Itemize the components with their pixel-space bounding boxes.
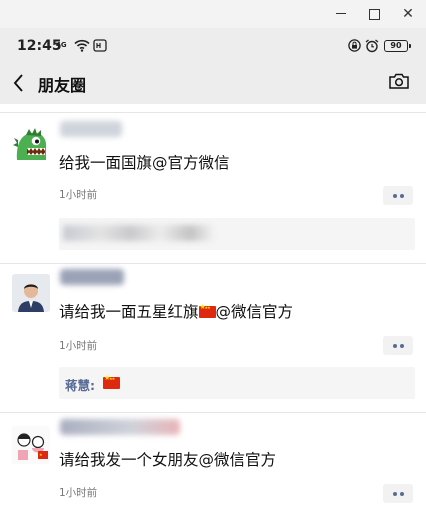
dot-icon	[393, 194, 397, 198]
cartoon-couple-avatar-icon: ★	[12, 426, 50, 464]
minimize-button[interactable]	[331, 4, 351, 24]
person-photo-icon	[12, 274, 50, 312]
post-text-part: @微信官方	[215, 303, 294, 321]
dot-icon	[393, 344, 397, 348]
network-indicator: 4G	[56, 41, 67, 49]
camera-icon[interactable]	[388, 72, 410, 90]
avatar[interactable]	[12, 274, 50, 312]
status-bar: 12:45 4G 90	[0, 28, 426, 62]
svg-text:★: ★	[39, 452, 43, 457]
moments-feed: 给我一面国旗@官方微信 1小时前 请给我一面五星红旗 @微信官方 1小时前	[0, 104, 426, 523]
post-text: 请给我一面五星红旗 @微信官方	[59, 300, 293, 322]
window-titlebar: ✕	[0, 0, 426, 28]
more-actions-button[interactable]	[383, 186, 413, 205]
dot-icon	[400, 194, 404, 198]
dot-icon	[400, 492, 404, 496]
comment-author[interactable]: 蒋慧:	[65, 375, 95, 394]
nav-bar: 朋友圈	[0, 62, 426, 104]
comment-blurred	[63, 225, 213, 241]
wifi-icon	[74, 39, 90, 52]
dinosaur-avatar-icon	[13, 128, 47, 160]
alarm-icon	[365, 39, 379, 53]
hd-icon	[93, 39, 107, 52]
lock-icon	[348, 39, 361, 52]
post-time: 1小时前	[59, 487, 98, 499]
post-time: 1小时前	[59, 340, 98, 352]
moment-post: 给我一面国旗@官方微信 1小时前	[0, 114, 426, 256]
post-time: 1小时前	[59, 189, 98, 201]
post-text: 请给我发一个女朋友@微信官方	[59, 451, 277, 469]
comment-box	[59, 218, 415, 250]
post-text-part: 请给我一面五星红旗	[59, 303, 199, 321]
page-title: 朋友圈	[38, 76, 87, 95]
more-actions-button[interactable]	[383, 484, 413, 503]
username-blurred	[60, 419, 180, 435]
moment-post: ★ 请给我发一个女朋友@微信官方 1小时前	[0, 413, 426, 523]
avatar[interactable]: ★	[12, 426, 50, 464]
china-flag-icon	[198, 303, 216, 318]
comment-box: 蒋慧:	[59, 367, 415, 399]
more-actions-button[interactable]	[383, 336, 413, 355]
username-blurred	[60, 269, 124, 285]
status-time: 12:45	[17, 38, 62, 54]
post-text: 给我一面国旗@官方微信	[59, 154, 230, 172]
avatar[interactable]	[12, 126, 50, 164]
username-blurred	[60, 121, 122, 137]
dot-icon	[393, 492, 397, 496]
battery-indicator: 90	[384, 40, 411, 52]
china-flag-icon	[103, 374, 120, 389]
maximize-button[interactable]	[364, 4, 384, 24]
close-button[interactable]: ✕	[398, 4, 418, 24]
post-divider	[0, 112, 426, 113]
dot-icon	[400, 344, 404, 348]
moment-post: 请给我一面五星红旗 @微信官方 1小时前 蒋慧:	[0, 264, 426, 409]
back-arrow-icon[interactable]	[12, 73, 26, 93]
